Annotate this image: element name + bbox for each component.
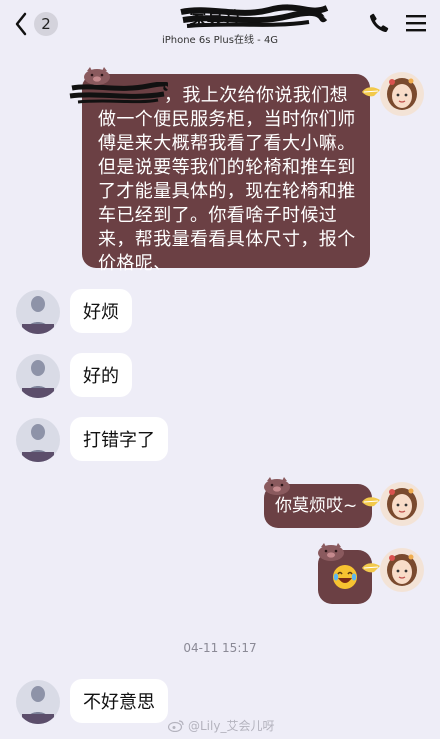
contact-avatar[interactable] [16,680,60,724]
statue-avatar-icon [16,354,60,398]
paw-decoration-icon [360,560,382,574]
watermark-text: @Lily_艾会儿呀 [188,719,275,733]
pig-decoration-icon [316,542,346,562]
incoming-message-bubble[interactable]: 不好意思 [70,679,168,723]
back-button[interactable]: 2 [14,10,64,38]
statue-avatar-icon [16,680,60,724]
message-text: 打错字了 [83,430,155,451]
message-text: 不好意思 [83,692,155,713]
message-text: 好的 [83,366,119,387]
page-title: 家具）） [180,4,329,29]
self-avatar[interactable] [380,482,424,526]
message-timestamp: 04-11 15:17 [183,641,257,655]
girl-avatar-icon [380,548,424,592]
incoming-message-bubble[interactable]: 好烦 [70,289,132,333]
statue-avatar-icon [16,290,60,334]
incoming-message-bubble[interactable]: 好的 [70,353,132,397]
girl-avatar-icon [380,482,424,526]
self-avatar[interactable] [380,72,424,116]
paw-decoration-icon [360,494,382,508]
contact-avatar[interactable] [16,290,60,334]
outgoing-message-bubble[interactable]: ，我上次给你说我们想做一个便民服务柜，当时你们师傅是来大概帮我看了看大小嘛。但是… [69,74,370,274]
pig-decoration-icon [262,476,292,496]
paw-decoration-icon [360,84,382,98]
contact-avatar[interactable] [16,418,60,462]
menu-icon[interactable] [405,12,427,34]
statue-avatar-icon [16,418,60,462]
message-text: ，我上次给你说我们想做一个便民服务柜，当时你们师傅是来大概帮我看了看大小嘛。但是… [98,85,356,274]
laughing-crying-emoji-icon [333,565,357,589]
phone-icon[interactable] [368,12,390,34]
weibo-watermark: @Lily_艾会儿呀 [168,717,274,734]
chevron-left-icon [15,12,27,36]
message-text: 你莫烦哎~ [275,496,358,516]
incoming-message-bubble[interactable]: 打错字了 [70,417,168,461]
girl-avatar-icon [380,72,424,116]
message-text: 好烦 [83,302,119,323]
unread-count-badge: 2 [34,12,58,36]
weibo-logo-icon [168,719,184,732]
pig-decoration-icon [82,66,112,86]
contact-avatar[interactable] [16,354,60,398]
online-status: iPhone 6s Plus在线 - 4G [161,35,279,46]
chat-header: 2 家具）） iPhone 6s Plus在线 - 4G [0,0,440,52]
chat-title-area: 家具）） iPhone 6s Plus在线 - 4G [100,4,340,46]
self-avatar[interactable] [380,548,424,592]
redaction-scribble [180,4,329,28]
